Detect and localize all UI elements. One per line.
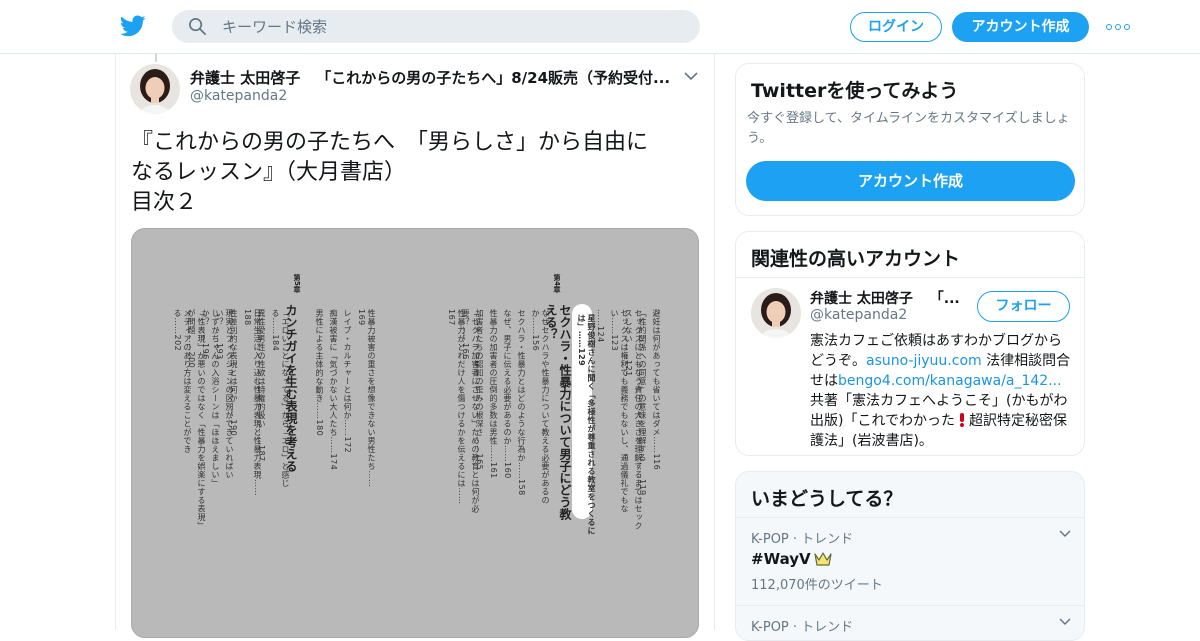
toc-entry: 「エロいことになってる」から「エロ」と感じる……184	[271, 309, 290, 488]
account-display-name[interactable]: 弁護士 太田啓子	[810, 291, 913, 307]
toc-entry: 性暴力の加害者の圧倒的多数は男性……161	[489, 309, 498, 479]
chapter-label: 第4章	[553, 274, 561, 293]
chevron-down-icon[interactable]	[1059, 530, 1071, 538]
toc-entry: 性暴力被害の重さを想像できない男性たち……169	[357, 309, 376, 488]
tweet-author-name[interactable]: 弁護士 太田啓子 「これからの男の子たちへ」8/24販売（予約受付...	[190, 67, 670, 88]
toc-entry: レイプ・カルチャーとは何か……172	[343, 309, 352, 454]
signup-card: Twitterを使ってみよう 今すぐ登録して、タイムラインをカスタマイズしましょ…	[735, 63, 1085, 216]
trend-hashtag[interactable]: #WayV	[751, 550, 811, 568]
account-handle[interactable]: @katepanda2	[810, 307, 907, 323]
create-account-button[interactable]: アカウント作成	[746, 161, 1075, 201]
tweet-text-line: 『これからの男の子たちへ 「男らしさ」から自由に	[131, 130, 649, 155]
toc-entry: 男性による主体的な動き……180	[315, 309, 324, 437]
signup-card-title: Twitterを使ってみよう	[751, 80, 959, 102]
toc-entry: 日常生活に入り込む性暴力表現と性暴力表現……188	[243, 309, 262, 496]
toc-entry: なぜ、男子に伝える必要があるのか……160	[503, 309, 512, 479]
toc-entry: 痴漢被害に「気づかない大人たち……174	[329, 309, 338, 471]
divider	[736, 605, 1084, 606]
login-button[interactable]: ログイン	[850, 12, 942, 42]
signup-card-description: 今すぐ登録して、タイムラインをカスタマイズしましょう。	[747, 111, 1070, 146]
toc-entry: セックスは権利でも義務でもないし、通過儀礼でもない……123	[610, 309, 629, 513]
trend-meta: K-POP · トレンド	[751, 532, 854, 547]
account-name-suffix: 「...	[929, 291, 960, 307]
tweet-photo[interactable]: 避妊は何があっても省いてはダメ……116 「性的関係への同意」の意味を理解する……	[131, 228, 699, 638]
display-name[interactable]: 弁護士 太田啓子	[190, 69, 300, 87]
tweet-text: 『これからの男の子たちへ 「男らしさ」から自由に なるレッスン』（大月書店） 目…	[131, 128, 701, 218]
tweet-text-line: なるレッスン』（大月書店）	[131, 160, 407, 185]
tweet-author-handle[interactable]: @katepanda2	[190, 88, 287, 104]
signup-button[interactable]: アカウント作成	[952, 12, 1089, 42]
trend-item[interactable]: K-POP · トレンド	[751, 616, 1071, 635]
chevron-down-icon[interactable]	[683, 70, 699, 82]
trends-card: いまどうしてる？ K-POP · トレンド #WayV 112,070件のツイー…	[735, 471, 1085, 641]
trends-title: いまどうしてる？	[751, 488, 903, 510]
account-description: 憲法カフェご依頼はあすわかブログからどうぞ。asuno-jiyuu.com 法律…	[810, 331, 1074, 451]
chapter-label: 第5章	[293, 274, 301, 293]
toc-entry: セクハラ・性暴力とはどのような行為か……158	[517, 309, 526, 496]
trend-item[interactable]: K-POP · トレンド #WayV 112,070件のツイート	[751, 528, 1071, 593]
more-options-icon[interactable]	[1106, 17, 1130, 35]
desc-link[interactable]: bengo4.com/kanagawa/a_142...	[838, 373, 1062, 389]
toc-entry: 性暴力がどれだけ人を傷つけるかを伝えるには……167	[447, 309, 466, 505]
chevron-down-icon[interactable]	[1059, 618, 1071, 626]
thread-connector-line	[155, 54, 157, 62]
divider	[736, 277, 1084, 278]
follow-button[interactable]: フォロー	[977, 291, 1070, 322]
avatar[interactable]	[751, 288, 801, 338]
author-bio-snippet: 「これからの男の子たちへ」8/24販売（予約受付...	[316, 69, 671, 87]
desc-link[interactable]: asuno-jiyuu.com	[866, 353, 982, 369]
tweet-text-line: 目次２	[131, 190, 198, 215]
toc-entry: 避妊は何があっても省いてはダメ……116	[652, 309, 661, 471]
trend-meta: K-POP · トレンド	[751, 620, 854, 635]
top-navigation-bar: ログイン アカウント作成	[0, 0, 1200, 54]
crown-emoji-icon	[814, 552, 832, 566]
toc-entry: なぜセクハラや性暴力について教える必要があるのか……156	[531, 309, 550, 505]
relevant-accounts-card: 関連性の高いアカウント 弁護士 太田啓子 「... @katepanda2 フォ…	[735, 231, 1085, 456]
interview-title: 星野俊樹さんに聞く「多様性が尊重される教室をつくるには」……129	[577, 314, 596, 535]
search-input[interactable]	[222, 10, 682, 43]
exclamation-icon	[960, 413, 965, 427]
search-icon	[189, 18, 206, 35]
account-name[interactable]: 弁護士 太田啓子 「...	[810, 288, 960, 308]
toc-entry: メディアのあり方は変えることができる……202	[173, 309, 192, 454]
search-box[interactable]	[172, 10, 700, 43]
twitter-bird-icon[interactable]	[120, 13, 146, 39]
avatar[interactable]	[130, 64, 180, 114]
trend-tweet-count: 112,070件のツイート	[751, 578, 883, 593]
toc-entry: ……124	[596, 309, 605, 343]
trend-tag[interactable]: #WayV	[751, 550, 1071, 568]
divider	[736, 517, 1084, 518]
relevant-accounts-title: 関連性の高いアカウント	[751, 248, 961, 270]
